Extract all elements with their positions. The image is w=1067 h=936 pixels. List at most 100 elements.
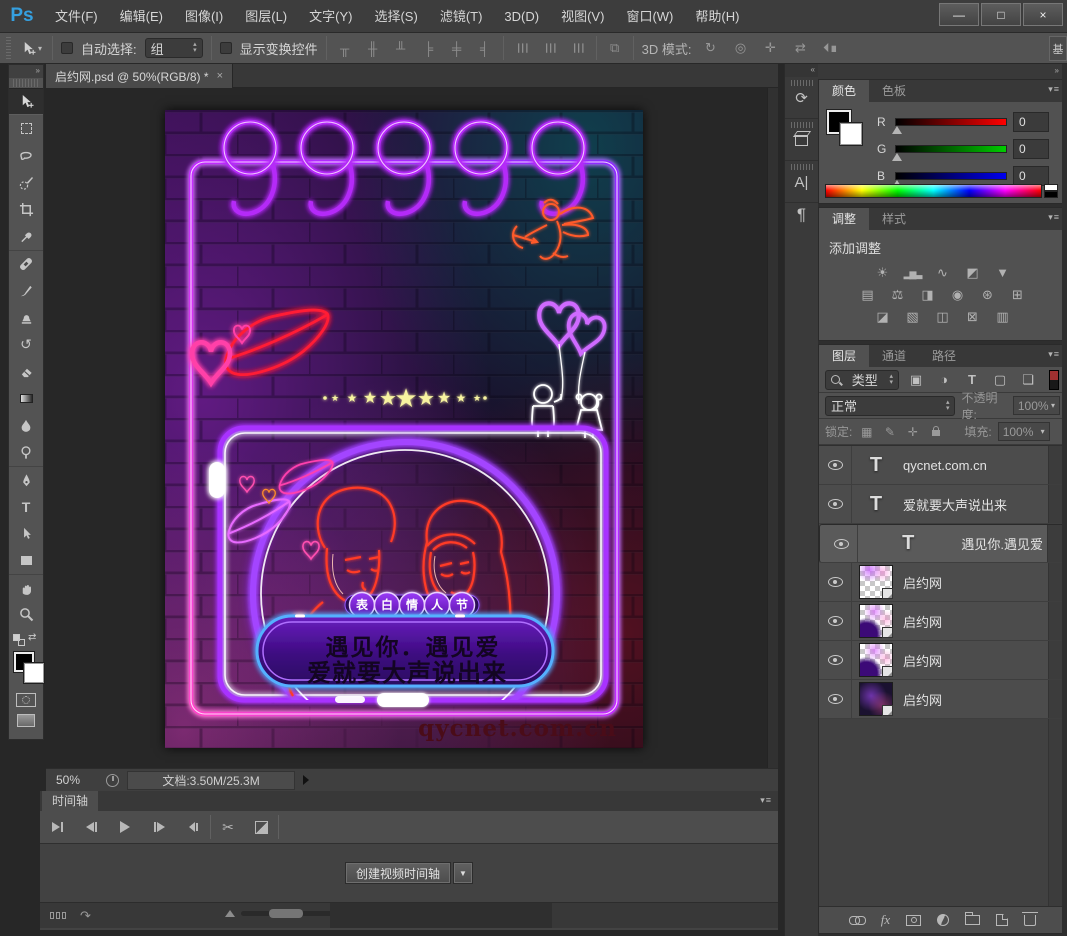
g-value-input[interactable]: 0	[1013, 139, 1049, 159]
adjustments-panel-menu-icon[interactable]: ▾≡	[1048, 212, 1060, 223]
color-spectrum-ramp[interactable]	[825, 184, 1042, 198]
filter-adjustment-layers-icon[interactable]: ◑	[933, 372, 955, 387]
visibility-toggle[interactable]	[819, 641, 852, 679]
next-frame-button[interactable]	[142, 822, 176, 832]
document-size-field[interactable]: 文档:3.50M/25.3M	[127, 771, 295, 790]
menu-3d[interactable]: 3D(D)	[493, 0, 550, 33]
exposure-icon[interactable]: ◩	[961, 264, 984, 281]
collapse-dock-button[interactable]: »	[818, 64, 1067, 79]
curves-icon[interactable]: ∿	[931, 264, 954, 281]
distribute-left-button[interactable]: ☰	[512, 40, 532, 56]
channel-mixer-icon[interactable]: ⊛	[976, 286, 999, 303]
layer-row[interactable]: 启约网	[819, 680, 1066, 719]
3d-rotate-icon[interactable]: ↻	[700, 40, 722, 56]
canvas-vertical-scrollbar[interactable]	[767, 88, 778, 768]
invert-icon[interactable]: ◪	[871, 308, 894, 325]
3d-slide-icon[interactable]: ⇄	[790, 40, 812, 56]
show-transform-checkbox[interactable]	[220, 42, 232, 54]
brightness-contrast-icon[interactable]: ☀	[871, 264, 894, 281]
filter-shape-layers-icon[interactable]: ▢	[989, 372, 1011, 388]
minimize-button[interactable]: —	[939, 3, 979, 26]
create-video-timeline-button[interactable]: 创建视频时间轴	[345, 862, 451, 884]
menu-help[interactable]: 帮助(H)	[684, 0, 750, 33]
tab-close-icon[interactable]: ×	[217, 70, 223, 82]
zoom-out-mountain-icon[interactable]	[225, 910, 235, 917]
background-color-chip[interactable]	[24, 663, 44, 683]
visibility-toggle[interactable]	[819, 563, 852, 601]
layer-row[interactable]: T 爱就要大声说出来	[819, 485, 1066, 524]
zoom-slider-thumb[interactable]	[269, 909, 303, 918]
tab-swatches[interactable]: 色板	[869, 80, 919, 102]
layer-name[interactable]: 启约网	[903, 690, 942, 709]
layer-name[interactable]: 启约网	[903, 651, 942, 670]
b-value-input[interactable]: 0	[1013, 166, 1049, 186]
transition-icon[interactable]	[255, 821, 268, 834]
move-tool-preset[interactable]: ▾	[19, 39, 44, 58]
frame-view-icon[interactable]	[50, 912, 66, 919]
align-hcenter-button[interactable]: ╪	[447, 41, 467, 56]
layer-name[interactable]: 爱就要大声说出来	[903, 495, 1007, 514]
auto-select-checkbox[interactable]	[61, 42, 73, 54]
distribute-right-button[interactable]: ☰	[568, 40, 588, 56]
menu-filter[interactable]: 滤镜(T)	[429, 0, 494, 33]
vibrance-icon[interactable]: ▼	[991, 264, 1014, 281]
pen-tool[interactable]	[9, 466, 43, 493]
split-clip-icon[interactable]: ✂	[211, 819, 245, 836]
visibility-toggle[interactable]	[825, 525, 858, 562]
fg-bg-swatches[interactable]	[827, 110, 871, 154]
align-vcenter-button[interactable]: ╫	[363, 41, 383, 56]
render-flyout-icon[interactable]: ↷	[80, 908, 91, 924]
photo-filter-icon[interactable]: ◉	[946, 286, 969, 303]
color-panel-menu-icon[interactable]: ▾≡	[1048, 84, 1060, 95]
levels-icon[interactable]: ▂▆▃	[901, 264, 924, 281]
new-layer-icon[interactable]	[996, 914, 1008, 926]
healing-brush-tool[interactable]	[9, 250, 43, 277]
character-panel-button[interactable]: A|	[785, 161, 818, 203]
3d-roll-icon[interactable]: ◎	[730, 40, 752, 56]
3d-camera-icon[interactable]: ⏴∎	[820, 40, 842, 56]
close-button[interactable]: ×	[1023, 3, 1063, 26]
toolbox-grip[interactable]	[13, 79, 39, 87]
align-bottom-button[interactable]: ╨	[391, 41, 411, 56]
text-layer-thumbnail[interactable]: T	[870, 454, 882, 477]
properties-3d-panel-button[interactable]	[785, 119, 818, 161]
expand-panels-button[interactable]: «	[785, 64, 818, 77]
create-timeline-dropdown[interactable]: ▼	[453, 862, 473, 884]
swap-colors-icon[interactable]: ⇄	[28, 632, 36, 643]
background-swatch[interactable]	[840, 123, 862, 145]
menu-edit[interactable]: 编辑(E)	[109, 0, 174, 33]
status-flyout-icon[interactable]	[303, 775, 309, 785]
lock-all-icon[interactable]	[927, 424, 944, 439]
tab-timeline[interactable]: 时间轴	[42, 791, 98, 811]
fill-value-dropdown[interactable]: 100%▾	[998, 422, 1050, 441]
auto-align-layers-button[interactable]: ⧉	[605, 40, 625, 56]
b-slider[interactable]	[895, 172, 1007, 180]
menu-view[interactable]: 视图(V)	[550, 0, 615, 33]
path-selection-tool[interactable]	[9, 520, 43, 547]
smart-object-thumbnail[interactable]	[859, 643, 893, 677]
smart-object-thumbnail[interactable]	[859, 565, 893, 599]
layer-row[interactable]: 启约网	[819, 563, 1066, 602]
move-tool[interactable]	[9, 88, 43, 115]
layers-panel-menu-icon[interactable]: ▾≡	[1048, 349, 1060, 360]
visibility-toggle[interactable]	[819, 680, 852, 718]
black-white-icon[interactable]: ◨	[916, 286, 939, 303]
new-adjustment-layer-icon[interactable]	[937, 914, 949, 926]
3d-drag-icon[interactable]: ✛	[760, 40, 782, 56]
layer-row[interactable]: 启约网	[819, 641, 1066, 680]
menu-layer[interactable]: 图层(L)	[234, 0, 298, 33]
hue-saturation-icon[interactable]: ▤	[856, 286, 879, 303]
gradient-map-icon[interactable]: ▥	[991, 308, 1014, 325]
delete-layer-icon[interactable]	[1024, 915, 1036, 926]
tab-paths[interactable]: 路径	[919, 345, 969, 367]
visibility-toggle[interactable]	[819, 485, 852, 523]
clone-stamp-tool[interactable]	[9, 304, 43, 331]
maximize-button[interactable]: □	[981, 3, 1021, 26]
blur-tool[interactable]	[9, 412, 43, 439]
history-panel-button[interactable]: ⟳	[785, 77, 818, 119]
previous-frame-button[interactable]	[74, 822, 108, 832]
g-slider-thumb[interactable]	[892, 153, 902, 161]
filter-toggle-switch[interactable]	[1049, 370, 1059, 390]
screen-mode-button[interactable]	[17, 714, 35, 727]
color-balance-icon[interactable]: ⚖	[886, 286, 909, 303]
